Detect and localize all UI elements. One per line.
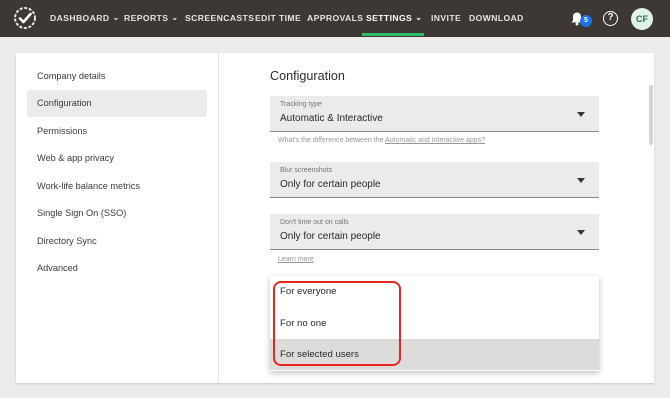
sidebar-item-company-details[interactable]: Company details bbox=[27, 63, 207, 90]
nav-settings-label: SETTINGS bbox=[366, 13, 413, 23]
blur-screenshots-select[interactable]: Blur screenshots Only for certain people bbox=[270, 162, 599, 198]
nav-screencasts-label: SCREENCASTS bbox=[185, 13, 255, 23]
nav-reports[interactable]: REPORTS ⌄ bbox=[124, 0, 178, 37]
dropdown-arrow-icon bbox=[577, 112, 585, 117]
nav-approvals-label: APPROVALS bbox=[307, 13, 364, 23]
user-avatar[interactable]: CF bbox=[631, 8, 653, 30]
sidebar-item-web-app-privacy[interactable]: Web & app privacy bbox=[27, 145, 207, 172]
nav-edit-time-label: EDIT TIME bbox=[255, 13, 302, 23]
nav-reports-label: REPORTS bbox=[124, 13, 169, 23]
tracking-type-label: Tracking type bbox=[280, 101, 322, 108]
blur-screenshots-label: Blur screenshots bbox=[280, 167, 333, 174]
help-icon[interactable]: ? bbox=[603, 11, 618, 26]
chevron-down-icon: ⌄ bbox=[171, 13, 179, 22]
tracking-type-value: Automatic & Interactive bbox=[280, 113, 383, 124]
sidebar-item-configuration[interactable]: Configuration bbox=[27, 90, 207, 117]
sidebar-divider bbox=[218, 53, 219, 383]
chevron-down-icon: ⌄ bbox=[112, 13, 120, 22]
nav-dashboard[interactable]: DASHBOARD ⌄ bbox=[50, 0, 120, 37]
call-timeout-select[interactable]: Don't time out on calls Only for certain… bbox=[270, 214, 599, 250]
active-tab-indicator bbox=[362, 33, 424, 36]
sidebar-item-sso[interactable]: Single Sign On (SSO) bbox=[27, 200, 207, 227]
nav-invite-label: INVITE bbox=[431, 13, 462, 23]
app-logo-icon[interactable] bbox=[14, 7, 36, 29]
notification-count-badge: 5 bbox=[580, 15, 592, 27]
blur-screenshots-value: Only for certain people bbox=[280, 179, 381, 190]
scrollbar-thumb[interactable] bbox=[649, 85, 653, 145]
tracking-type-hint: What's the difference between the Automa… bbox=[278, 137, 485, 144]
sidebar-item-permissions[interactable]: Permissions bbox=[27, 118, 207, 145]
sidebar-item-directory-sync[interactable]: Directory Sync bbox=[27, 228, 207, 255]
nav-download[interactable]: DOWNLOAD bbox=[469, 0, 524, 37]
nav-settings[interactable]: SETTINGS ⌄ bbox=[366, 0, 422, 37]
learn-more-text: Learn more bbox=[278, 256, 314, 263]
annotation-highlight-box bbox=[273, 281, 401, 366]
nav-dashboard-label: DASHBOARD bbox=[50, 13, 110, 23]
automatic-interactive-link[interactable]: Automatic and Interactive apps? bbox=[385, 137, 485, 144]
call-timeout-value: Only for certain people bbox=[280, 231, 381, 242]
nav-invite[interactable]: INVITE bbox=[431, 0, 461, 37]
dropdown-arrow-icon bbox=[577, 230, 585, 235]
call-timeout-label: Don't time out on calls bbox=[280, 219, 349, 226]
learn-more-link[interactable]: Learn more bbox=[278, 256, 314, 263]
page-title: Configuration bbox=[270, 69, 345, 83]
nav-edit-time[interactable]: EDIT TIME bbox=[255, 0, 301, 37]
dropdown-arrow-icon bbox=[577, 178, 585, 183]
nav-approvals[interactable]: APPROVALS bbox=[307, 0, 363, 37]
nav-screencasts[interactable]: SCREENCASTS bbox=[185, 0, 254, 37]
tracking-hint-text: What's the difference between the bbox=[278, 137, 386, 144]
nav-download-label: DOWNLOAD bbox=[469, 13, 524, 23]
sidebar-item-work-life-balance[interactable]: Work-life balance metrics bbox=[27, 173, 207, 200]
chevron-down-icon: ⌄ bbox=[415, 13, 423, 22]
sidebar-item-advanced[interactable]: Advanced bbox=[27, 255, 207, 282]
tracking-type-select[interactable]: Tracking type Automatic & Interactive bbox=[270, 96, 599, 132]
